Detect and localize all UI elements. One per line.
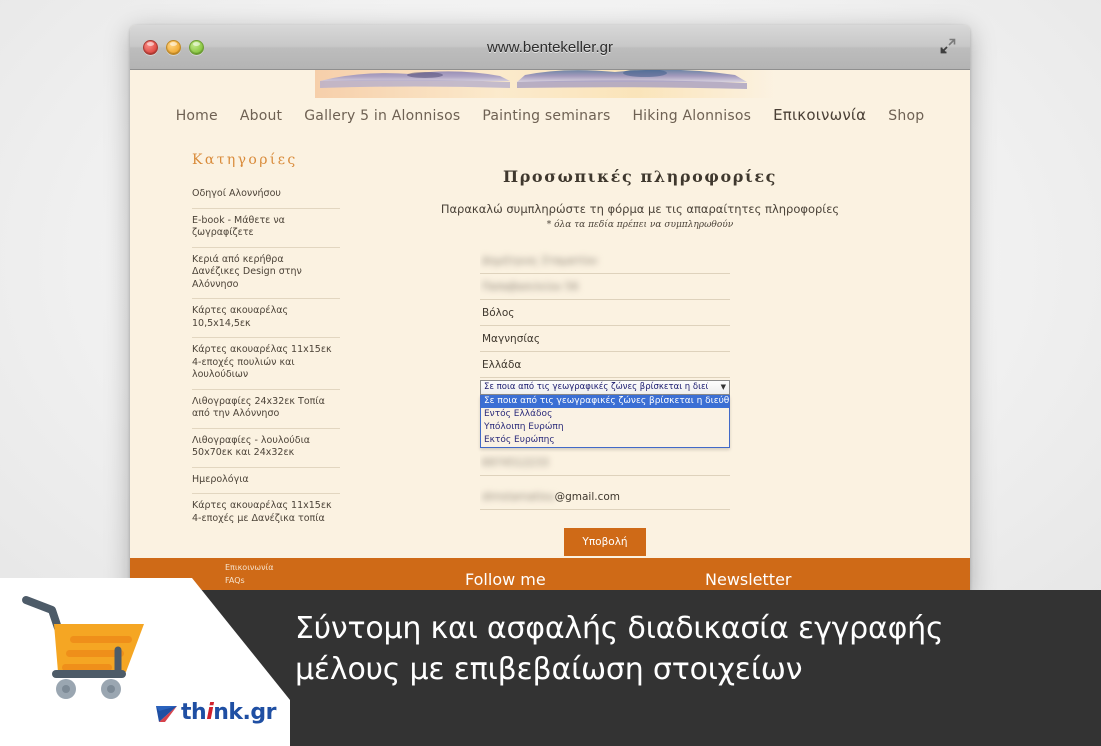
thinkgr-logo: think.gr xyxy=(155,700,276,725)
email-username-value: dimstamatiou xyxy=(482,490,555,503)
sidebar-item-kartes-11x15-poulia[interactable]: Κάρτες ακουαρέλας 11x15εκ 4-εποχές πουλι… xyxy=(192,338,340,390)
email-domain-value: @gmail.com xyxy=(554,490,621,503)
zone-select-dropdown: Σε ποια από τις γεωγραφικές ζώνες βρίσκε… xyxy=(480,394,730,448)
zone-select-value: Σε ποια από τις γεωγραφικές ζώνες βρίσκε… xyxy=(484,382,708,393)
submit-button[interactable]: Υποβολή xyxy=(564,527,646,556)
sidebar-item-lithografies-24x32[interactable]: Λιθογραφίες 24x32εκ Τοπία από την Αλόννη… xyxy=(192,390,340,429)
zone-select-wrapper: Σε ποια από τις γεωγραφικές ζώνες βρίσκε… xyxy=(480,379,730,448)
window-controls xyxy=(143,39,204,55)
site-body: Κατηγορίες Οδηγοί Αλοννήσου E-book - Μάθ… xyxy=(130,134,970,556)
nav-item-home[interactable]: Home xyxy=(176,108,218,124)
close-button[interactable] xyxy=(143,39,158,55)
zone-select[interactable]: Σε ποια από τις γεωγραφικές ζώνες βρίσκε… xyxy=(480,379,730,395)
phone-field[interactable]: 6974512233 xyxy=(480,450,730,476)
resize-diagonal-icon[interactable] xyxy=(934,32,962,60)
sidebar-item-imerologia[interactable]: Ημερολόγια xyxy=(192,468,340,494)
sidebar-item-odigoi[interactable]: Οδηγοί Αλοννήσου xyxy=(192,182,340,209)
site-navigation: Home About Gallery 5 in Alonnisos Painti… xyxy=(130,100,970,134)
nav-item-hiking[interactable]: Hiking Alonnisos xyxy=(632,108,751,124)
fullname-value: Δημήτριος Σταματίου xyxy=(482,254,598,267)
thinkgr-wordmark: think.gr xyxy=(181,700,276,725)
shopping-cart-icon xyxy=(22,596,144,699)
footer-follow-me-heading: Follow me xyxy=(465,570,546,589)
chevron-down-icon: ▼ xyxy=(720,383,726,392)
caption-text: Σύντομη και ασφαλής διαδικασία εγγραφής … xyxy=(295,608,1055,690)
footer-links: Επικοινωνία FAQs xyxy=(225,561,274,587)
thinkgr-text-1: th xyxy=(181,700,207,725)
address-value: Παπαβασιλείου 56 xyxy=(482,280,579,293)
window-title: www.bentekeller.gr xyxy=(487,38,613,56)
form-required-note: * όλα τα πεδία πρέπει να συμπληρωθούν xyxy=(546,219,734,230)
form-subtitle: Παρακαλώ συμπληρώστε τη φόρμα με τις απα… xyxy=(440,201,840,216)
phone-value: 6974512233 xyxy=(482,456,549,469)
thinkgr-arrow-icon xyxy=(156,705,177,722)
contact-form-section: Προσωπικές πληροφορίες Παρακαλώ συμπληρώ… xyxy=(350,134,970,556)
zoom-button[interactable] xyxy=(189,39,204,55)
sidebar-item-kartes-105[interactable]: Κάρτες ακουαρέλας 10,5x14,5εκ xyxy=(192,299,340,338)
website-content: Home About Gallery 5 in Alonnisos Painti… xyxy=(130,70,970,595)
minimize-button[interactable] xyxy=(166,39,181,55)
thinkgr-text-2: nk.gr xyxy=(213,700,276,725)
footer-newsletter-heading: Newsletter xyxy=(705,570,792,589)
caption-line-1: Σύντομη και ασφαλής διαδικασία εγγραφής xyxy=(295,611,944,646)
site-footer: Επικοινωνία FAQs Follow me Newsletter xyxy=(130,558,970,595)
nav-item-gallery[interactable]: Gallery 5 in Alonnisos xyxy=(304,108,460,124)
form-fields: Δημήτριος Σταματίου Παπαβασιλείου 56 Βόλ… xyxy=(480,248,730,510)
country-field[interactable]: Ελλάδα xyxy=(480,352,730,378)
nav-item-shop[interactable]: Shop xyxy=(888,108,924,124)
sidebar-item-lithografies-louloudia[interactable]: Λιθογραφίες - λουλούδια 50x70εκ και 24x3… xyxy=(192,429,340,468)
sidebar-item-kartes-danezika[interactable]: Κάρτες ακουαρέλας 11x15εκ 4-εποχές με Δα… xyxy=(192,494,340,532)
submit-row: Υποβολή xyxy=(480,527,730,556)
city-field[interactable]: Βόλος xyxy=(480,300,730,326)
site-banner xyxy=(130,70,970,100)
address-field[interactable]: Παπαβασιλείου 56 xyxy=(480,274,730,300)
nav-item-painting-seminars[interactable]: Painting seminars xyxy=(482,108,610,124)
nav-item-contact[interactable]: Επικοινωνία xyxy=(773,106,866,124)
email-field[interactable]: dimstamatiou@gmail.com xyxy=(480,484,730,510)
caption-line-2: μέλους με επιβεβαίωση στοιχείων xyxy=(295,652,803,687)
browser-titlebar: www.bentekeller.gr xyxy=(130,25,970,70)
nav-item-about[interactable]: About xyxy=(240,108,282,124)
footer-link-contact[interactable]: Επικοινωνία xyxy=(225,561,274,574)
page-title: Προσωπικές πληροφορίες xyxy=(502,166,777,186)
zone-option-ypoloipi-evropi[interactable]: Υπόλοιπη Ευρώπη xyxy=(481,421,729,434)
region-field[interactable]: Μαγνησίας xyxy=(480,326,730,352)
zone-option-entos-elladas[interactable]: Εντός Ελλάδος xyxy=(481,408,729,421)
zone-option-prompt[interactable]: Σε ποια από τις γεωγραφικές ζώνες βρίσκε… xyxy=(481,394,729,408)
browser-window: www.bentekeller.gr Home About Gallery 5 … xyxy=(130,25,970,595)
sidebar-item-ebook[interactable]: E-book - Μάθετε να ζωγραφίζετε xyxy=(192,209,340,248)
sidebar-item-keria[interactable]: Κεριά από κερήθρα Δανέζικες Design στην … xyxy=(192,248,340,299)
fullname-field[interactable]: Δημήτριος Σταματίου xyxy=(480,248,730,274)
footer-link-faqs[interactable]: FAQs xyxy=(225,574,274,587)
zone-option-ektos-evropis[interactable]: Εκτός Ευρώπης xyxy=(481,434,729,447)
categories-sidebar: Κατηγορίες Οδηγοί Αλοννήσου E-book - Μάθ… xyxy=(130,134,350,552)
categories-heading: Κατηγορίες xyxy=(192,152,298,168)
